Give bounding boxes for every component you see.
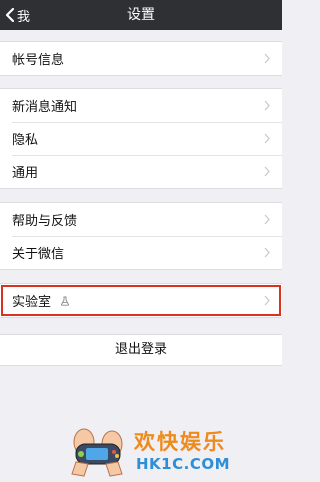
watermark-text-cn: 欢快娱乐 (134, 430, 226, 454)
lab-flask-icon (60, 296, 70, 306)
settings-item-label: 新消息通知 (12, 100, 78, 115)
settings-item-label: 帐号信息 (12, 53, 65, 68)
settings-item-lab[interactable]: 实验室 (0, 284, 282, 317)
watermark: 欢快娱乐 HK1C.COM (62, 422, 232, 480)
gamepad-hands-icon (71, 428, 123, 477)
settings-item-label: 隐私 (12, 133, 39, 148)
chevron-right-icon (264, 100, 270, 111)
page-title: 设置 (127, 7, 155, 23)
settings-item-about-wechat[interactable]: 关于微信 (0, 236, 282, 269)
chevron-right-icon (264, 214, 270, 225)
watermark-text-en: HK1C.COM (136, 455, 231, 473)
chevron-right-icon (264, 166, 270, 177)
logout-button[interactable]: 退出登录 (0, 334, 282, 366)
settings-item-label: 帮助与反馈 (12, 214, 78, 229)
lab-group: 实验室 (0, 283, 282, 318)
general-group: 新消息通知 隐私 通用 (0, 88, 282, 189)
chevron-right-icon (264, 295, 270, 306)
about-group: 帮助与反馈 关于微信 (0, 202, 282, 270)
settings-item-notifications[interactable]: 新消息通知 (0, 89, 282, 122)
chevron-right-icon (264, 133, 270, 144)
settings-item-privacy[interactable]: 隐私 (0, 122, 282, 155)
settings-item-help-feedback[interactable]: 帮助与反馈 (0, 203, 282, 236)
settings-item-label: 通用 (12, 166, 39, 181)
navigation-bar: 我 设置 (0, 0, 282, 30)
chevron-right-icon (264, 53, 270, 64)
chevron-right-icon (264, 247, 270, 258)
settings-item-label: 关于微信 (12, 247, 65, 262)
settings-item-label: 实验室 (12, 295, 52, 310)
settings-item-general[interactable]: 通用 (0, 155, 282, 188)
settings-item-account-info[interactable]: 帐号信息 (0, 42, 282, 75)
account-group: 帐号信息 (0, 41, 282, 76)
